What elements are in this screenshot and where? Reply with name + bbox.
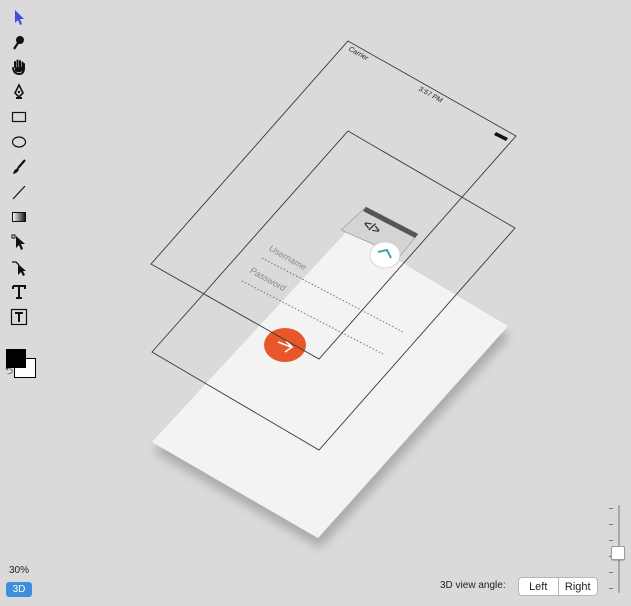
ellipse-icon[interactable] [6,131,32,153]
slider-tick [609,572,613,573]
pen-icon[interactable] [6,81,32,103]
brush-icon[interactable] [6,156,32,178]
battery-icon [494,132,508,141]
password-field[interactable]: Password [248,266,288,293]
select-arrow-icon[interactable] [6,6,32,28]
teal-badge[interactable] [369,241,401,269]
design-app-window: ⮌ 30% 3D Username Password </> Carrier 3… [0,0,631,606]
gradient-icon[interactable] [6,206,32,228]
hand-icon[interactable] [6,56,32,78]
view-angle-label: 3D view angle: [440,580,506,591]
rectangle-icon[interactable] [6,106,32,128]
slider-tick [609,524,613,525]
view-angle-segmented-control: Left Right [518,577,598,596]
canvas-3d-view[interactable]: Username Password </> Carrier 3:57 PM [38,0,631,606]
slider-tick [609,508,613,509]
artboard-3d-stack: Username Password </> Carrier 3:57 PM [150,40,517,538]
status-carrier: Carrier [347,46,370,62]
direct-select-icon[interactable] [6,231,32,253]
zoom-level-label: 30% [9,565,30,576]
tool-palette: ⮌ 30% 3D [0,0,38,606]
swap-colors-icon[interactable]: ⮌ [5,367,15,377]
text-icon[interactable] [6,281,32,303]
status-time: 3:57 PM [417,86,444,104]
angle-right-button[interactable]: Right [557,578,598,595]
color-swatches: ⮌ [4,348,36,380]
line-icon[interactable] [6,181,32,203]
angle-left-button[interactable]: Left [519,578,558,595]
3d-mode-button[interactable]: 3D [6,582,32,597]
slider-knob[interactable] [611,545,625,560]
text-box-icon[interactable] [6,306,32,328]
username-field[interactable]: Username [267,244,309,272]
node-select-icon[interactable] [6,256,32,278]
magnify-brush-icon[interactable] [6,31,32,53]
slider-tick [609,540,613,541]
slider-tick [609,588,613,589]
base-layer[interactable] [152,230,508,538]
depth-slider[interactable] [606,503,626,595]
